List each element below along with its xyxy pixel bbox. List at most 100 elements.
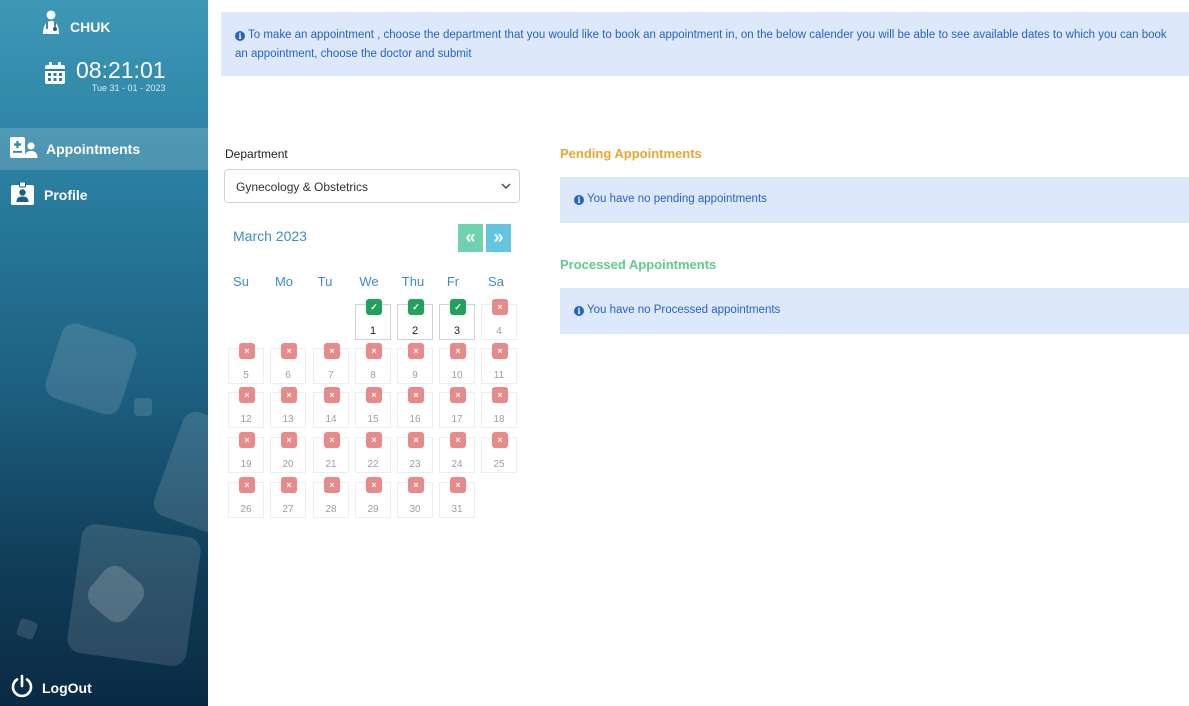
calendar-day-unavailable: × 14 — [313, 387, 349, 428]
check-icon: ✓ — [450, 299, 466, 315]
calendar-day-unavailable: × 12 — [228, 387, 264, 428]
calendar-day-unavailable: × 15 — [355, 387, 391, 428]
calendar-month-label: March 2023 — [233, 228, 307, 244]
logout-button[interactable]: LogOut — [10, 674, 92, 701]
calendar-day-available[interactable]: ✓ 1 — [355, 299, 391, 340]
weekday-label: Mo — [274, 274, 294, 289]
department-label: Department — [225, 147, 288, 161]
info-icon: i — [235, 31, 245, 41]
calendar-day-number: 14 — [325, 414, 337, 425]
info-icon: i — [574, 306, 584, 316]
pending-appointments-title: Pending Appointments — [560, 146, 702, 161]
sidebar-item-label: Appointments — [46, 141, 141, 157]
calendar-day-available[interactable]: ✓ 3 — [439, 299, 475, 340]
decorative-square — [134, 398, 152, 416]
calendar-day-unavailable: × 29 — [355, 477, 391, 518]
calendar-day-unavailable: × 31 — [439, 477, 475, 518]
cross-icon: × — [324, 387, 340, 403]
calendar-day-unavailable: × 11 — [481, 343, 517, 384]
calendar-day-number: 24 — [451, 459, 463, 470]
calendar-day-unavailable: × 17 — [439, 387, 475, 428]
weekday-label: We — [359, 274, 379, 289]
cross-icon: × — [366, 343, 382, 359]
sidebar-item-appointments[interactable]: Appointments — [0, 128, 208, 170]
info-banner: i To make an appointment , choose the dep… — [221, 12, 1189, 76]
calendar-day-unavailable: × 20 — [270, 432, 306, 473]
calendar-day-available[interactable]: ✓ 2 — [397, 299, 433, 340]
calendar-day-number: 18 — [493, 414, 505, 425]
sidebar: CHUK 08:21:01 Tue 31 - 01 - 2023 Appoint… — [0, 0, 208, 706]
calendar-day-number: 20 — [282, 459, 294, 470]
calendar-day-number: 15 — [367, 414, 379, 425]
calendar-day-unavailable: × 6 — [270, 343, 306, 384]
sidebar-item-label: Profile — [44, 187, 88, 203]
calendar-day-number: 5 — [243, 370, 249, 381]
weekday-label: Tu — [317, 274, 333, 289]
cross-icon: × — [366, 387, 382, 403]
calendar-day-number: 2 — [411, 325, 419, 337]
calendar-day-unavailable: × 30 — [397, 477, 433, 518]
cross-icon: × — [408, 477, 424, 493]
cross-icon: × — [239, 387, 255, 403]
calendar-day-unavailable: × 9 — [397, 343, 433, 384]
decorative-square — [41, 319, 141, 419]
cross-icon: × — [239, 343, 255, 359]
calendar-day-unavailable: × 7 — [313, 343, 349, 384]
department-select[interactable]: Gynecology & Obstetrics — [224, 169, 520, 203]
check-icon: ✓ — [366, 299, 382, 315]
cross-icon: × — [408, 387, 424, 403]
info-icon: i — [574, 195, 584, 205]
calendar-day-number: 7 — [328, 370, 334, 381]
calendar-day-number: 23 — [409, 459, 421, 470]
power-icon — [10, 674, 34, 701]
profile-badge-icon — [10, 181, 36, 209]
calendar-day-unavailable: × 5 — [228, 343, 264, 384]
calendar-day-number: 17 — [451, 414, 463, 425]
calendar-day-number: 21 — [325, 459, 337, 470]
cross-icon: × — [492, 432, 508, 448]
calendar-day-number: 29 — [367, 504, 379, 515]
cross-icon: × — [281, 432, 297, 448]
calendar-prev-button[interactable]: « — [458, 224, 483, 252]
cross-icon: × — [324, 343, 340, 359]
stethoscope-icon — [38, 10, 64, 43]
weekday-label: Sa — [488, 274, 504, 289]
cross-icon: × — [492, 387, 508, 403]
calendar-day-number: 26 — [240, 504, 252, 515]
calendar-day-number: 27 — [282, 504, 294, 515]
calendar-day-unavailable: × 8 — [355, 343, 391, 384]
calendar-day-unavailable: × 24 — [439, 432, 475, 473]
brand: CHUK — [38, 10, 110, 43]
calendar-next-button[interactable]: » — [486, 224, 511, 252]
calendar-day-number: 25 — [493, 459, 505, 470]
chevron-down-icon — [501, 182, 511, 192]
logout-label: LogOut — [42, 679, 92, 696]
sidebar-item-profile[interactable]: Profile — [0, 174, 208, 216]
calendar-day-number: 28 — [325, 504, 337, 515]
decorative-square — [149, 407, 208, 543]
cross-icon: × — [324, 477, 340, 493]
cross-icon: × — [408, 343, 424, 359]
cross-icon: × — [239, 432, 255, 448]
calendar-day-number: 19 — [240, 459, 252, 470]
calendar-day-unavailable: × 22 — [355, 432, 391, 473]
processed-appointments-message: You have no Processed appointments — [587, 304, 781, 316]
calendar-day-unavailable: × 28 — [313, 477, 349, 518]
cross-icon: × — [450, 387, 466, 403]
appointments-icon — [10, 136, 38, 163]
weekday-label: Fr — [446, 274, 460, 289]
clock: 08:21:01 Tue 31 - 01 - 2023 — [44, 58, 166, 93]
calendar-day-unavailable: × 4 — [481, 299, 517, 340]
pending-appointments-notice: i You have no pending appointments — [560, 177, 1189, 223]
calendar-day-unavailable: × 25 — [481, 432, 517, 473]
cross-icon: × — [492, 343, 508, 359]
calendar-day-number: 10 — [451, 370, 463, 381]
cross-icon: × — [450, 432, 466, 448]
department-selected-value: Gynecology & Obstetrics — [236, 180, 369, 194]
calendar-day-unavailable: × 13 — [270, 387, 306, 428]
calendar-day-number: 30 — [409, 504, 421, 515]
info-banner-text: To make an appointment , choose the depa… — [235, 29, 1167, 60]
calendar-day-unavailable: × 19 — [228, 432, 264, 473]
clock-date: Tue 31 - 01 - 2023 — [91, 83, 166, 93]
cross-icon: × — [324, 432, 340, 448]
